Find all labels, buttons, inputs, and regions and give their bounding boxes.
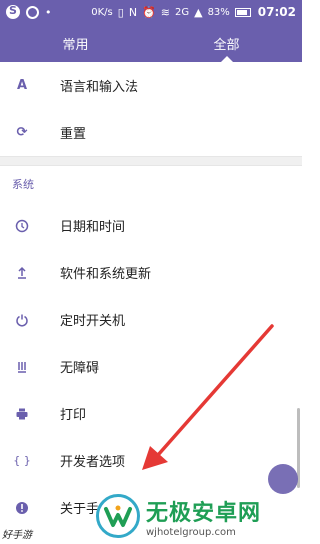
accessibility-icon — [12, 357, 32, 377]
signal-icon: ▲ — [194, 5, 203, 19]
wifi-icon: ≋ — [160, 5, 170, 19]
settings-list: A 语言和输入法 ⟳ 重置 系统 日期和时间 软件和系统更新 定时开关机 无障碍 — [0, 62, 302, 531]
item-reset[interactable]: ⟳ 重置 — [0, 109, 302, 156]
item-language-input[interactable]: A 语言和输入法 — [0, 62, 302, 109]
item-print[interactable]: 打印 — [0, 390, 302, 437]
info-icon — [12, 498, 32, 518]
tab-bar: 常用 全部 — [0, 24, 302, 67]
item-label: 关于手 — [60, 502, 100, 517]
item-label: 打印 — [60, 408, 87, 423]
watermark-title: 无极安卓网 — [146, 500, 262, 526]
reset-icon: ⟳ — [16, 125, 28, 140]
developer-icon: { } — [13, 454, 31, 467]
signature-text: 好手游 — [2, 530, 32, 541]
item-developer-options[interactable]: { } 开发者选项 — [0, 437, 302, 484]
battery-icon — [234, 7, 251, 17]
status-bar: • 0K/s ▯ N ⏰ ≋ 2G ▲ 83% 07:02 — [0, 0, 302, 24]
section-title-system: 系统 — [12, 178, 34, 191]
alarm-icon: ⏰ — [142, 5, 156, 19]
item-label: 软件和系统更新 — [60, 267, 152, 282]
sync-icon — [26, 5, 39, 19]
clock-time: 07:02 — [257, 5, 296, 19]
item-label: 语言和输入法 — [60, 80, 139, 95]
item-label: 开发者选项 — [60, 455, 126, 470]
nfc-icon: N — [128, 5, 138, 19]
tab-common[interactable]: 常用 — [0, 24, 151, 62]
battery-percent: 83% — [207, 6, 230, 18]
item-label: 日期和时间 — [60, 220, 126, 235]
language-icon: A — [16, 78, 28, 93]
power-icon — [12, 310, 32, 330]
network-type: 2G — [174, 6, 190, 18]
dot-icon: • — [45, 5, 52, 19]
item-software-update[interactable]: 软件和系统更新 — [0, 249, 302, 296]
item-label: 定时开关机 — [60, 314, 126, 329]
watermark-logo-icon — [96, 494, 140, 538]
item-accessibility[interactable]: 无障碍 — [0, 343, 302, 390]
watermark-url: wjhotelgroup.com — [146, 526, 236, 538]
clock-icon — [12, 216, 32, 236]
printer-icon — [12, 404, 32, 424]
no-sim-icon: ▯ — [117, 5, 124, 19]
tab-all[interactable]: 全部 — [151, 24, 302, 62]
item-label: 无障碍 — [60, 361, 100, 376]
item-scheduled-power[interactable]: 定时开关机 — [0, 296, 302, 343]
floating-button[interactable] — [268, 464, 298, 494]
item-date-time[interactable]: 日期和时间 — [0, 202, 302, 249]
section-divider — [0, 156, 302, 166]
watermark: 无极安卓网 wjhotelgroup.com — [96, 492, 296, 540]
network-speed: 0K/s — [91, 6, 113, 18]
app-notification-icon — [6, 4, 20, 19]
item-label: 重置 — [60, 127, 87, 142]
update-icon — [12, 263, 32, 283]
